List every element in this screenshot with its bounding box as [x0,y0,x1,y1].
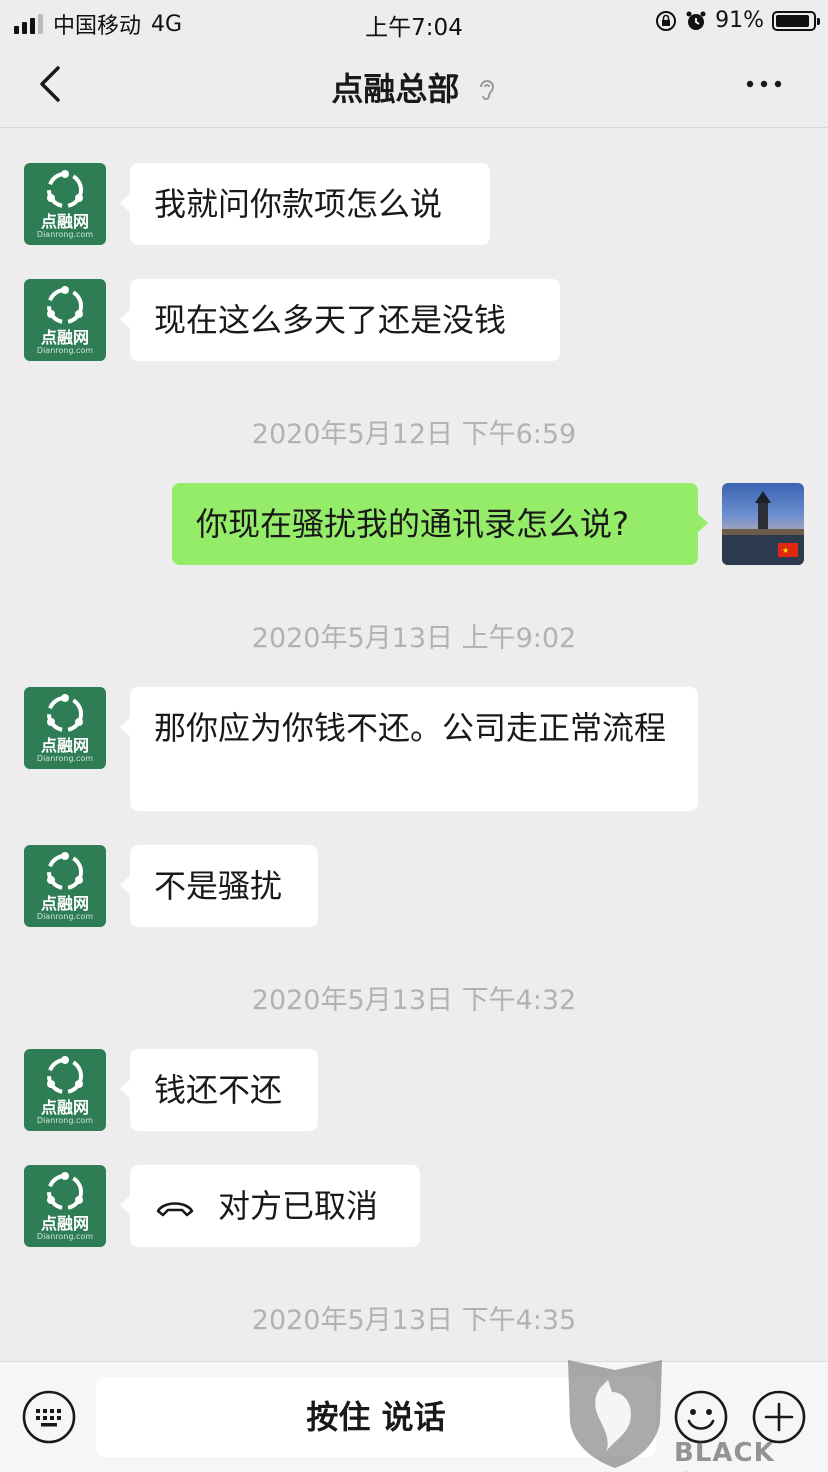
battery-icon [772,10,820,31]
dianrong-logo-icon [47,286,83,324]
battery-percent: 91% [715,8,764,33]
message-bubble[interactable]: 那你应为你钱不还。公司走正常流程 [120,687,698,811]
earpiece-mode-icon [479,80,494,100]
hold-to-talk-button[interactable]: 按住 说话 [96,1377,656,1457]
dianrong-logo-icon [47,1172,83,1210]
avatar-brand-sub: Dianrong.com [36,346,94,355]
contact-avatar[interactable]: 点融网 Dianrong.com [24,163,106,245]
contact-avatar[interactable]: 点融网 Dianrong.com [24,845,106,927]
message-bubble[interactable]: 不是骚扰 [120,845,318,927]
avatar-brand-sub: Dianrong.com [36,230,94,239]
avatar-brand-sub: Dianrong.com [36,754,94,763]
svg-text:★: ★ [782,546,789,555]
avatar-brand-text: 点融网 [40,894,89,913]
contact-avatar[interactable]: 点融网 Dianrong.com [24,1049,106,1131]
message-bubble[interactable]: 现在这么多天了还是没钱 [120,279,560,361]
avatar-brand-text: 点融网 [40,736,89,755]
call-message-bubble[interactable]: 对方已取消 [120,1165,420,1247]
message-text: 我就问你款项怎么说 [154,185,443,223]
contact-avatar[interactable]: 点融网 Dianrong.com [24,279,106,361]
contact-avatar[interactable]: 点融网 Dianrong.com [24,1165,106,1247]
timestamp: 2020年5月13日 下午4:32 [251,985,577,1016]
avatar-brand-text: 点融网 [40,212,89,231]
self-avatar[interactable]: ★ [722,483,804,565]
avatar-brand-text: 点融网 [40,328,89,347]
message-bubble-self[interactable]: 你现在骚扰我的通讯录怎么说? [172,483,708,565]
chat-title-wrap: 点融总部 [0,64,828,110]
status-right: 91% [655,8,820,33]
avatar-brand-sub: Dianrong.com [36,1116,94,1125]
message-bubble[interactable]: 钱还不还 [120,1049,318,1131]
status-bar: 中国移动 4G 上午7:04 91% [0,0,828,44]
message-text: 对方已取消 [218,1187,379,1225]
keyboard-icon[interactable] [22,1390,76,1444]
dianrong-logo-icon [47,694,83,732]
message-text: 你现在骚扰我的通讯录怎么说? [196,505,629,543]
chat-area[interactable]: 点融网 Dianrong.com 我就问你款项怎么说 点融网 Dianrong.… [0,129,828,1361]
plus-icon[interactable] [752,1390,806,1444]
dianrong-logo-icon [47,170,83,208]
avatar-brand-sub: Dianrong.com [36,912,94,921]
dianrong-logo-icon [47,1056,83,1094]
message-text: 钱还不还 [154,1071,283,1109]
chat-title: 点融总部 [331,70,460,108]
timestamp: 2020年5月13日 上午9:02 [251,623,577,654]
self-avatar-photo: ★ [722,491,804,565]
alarm-icon [686,11,706,30]
contact-avatar[interactable]: 点融网 Dianrong.com [24,687,106,769]
message-text: 那你应为你钱不还。公司走正常流程 [154,709,667,747]
nav-bar: 点融总部 [0,44,828,128]
input-bar: 按住 说话 [0,1361,828,1472]
avatar-brand-sub: Dianrong.com [36,1232,94,1241]
more-icon[interactable] [744,72,784,96]
timestamp: 2020年5月12日 下午6:59 [251,419,577,450]
rotation-lock-icon [656,10,677,31]
message-bubble[interactable]: 我就问你款项怎么说 [120,163,490,245]
timestamp: 2020年5月13日 下午4:35 [251,1305,577,1336]
avatar-brand-text: 点融网 [40,1214,89,1233]
message-text: 现在这么多天了还是没钱 [154,301,507,339]
emoji-icon[interactable] [674,1390,728,1444]
avatar-brand-text: 点融网 [40,1098,89,1117]
dianrong-logo-icon [47,852,83,890]
message-text: 不是骚扰 [154,867,283,905]
phone-hangup-icon [156,1202,194,1217]
